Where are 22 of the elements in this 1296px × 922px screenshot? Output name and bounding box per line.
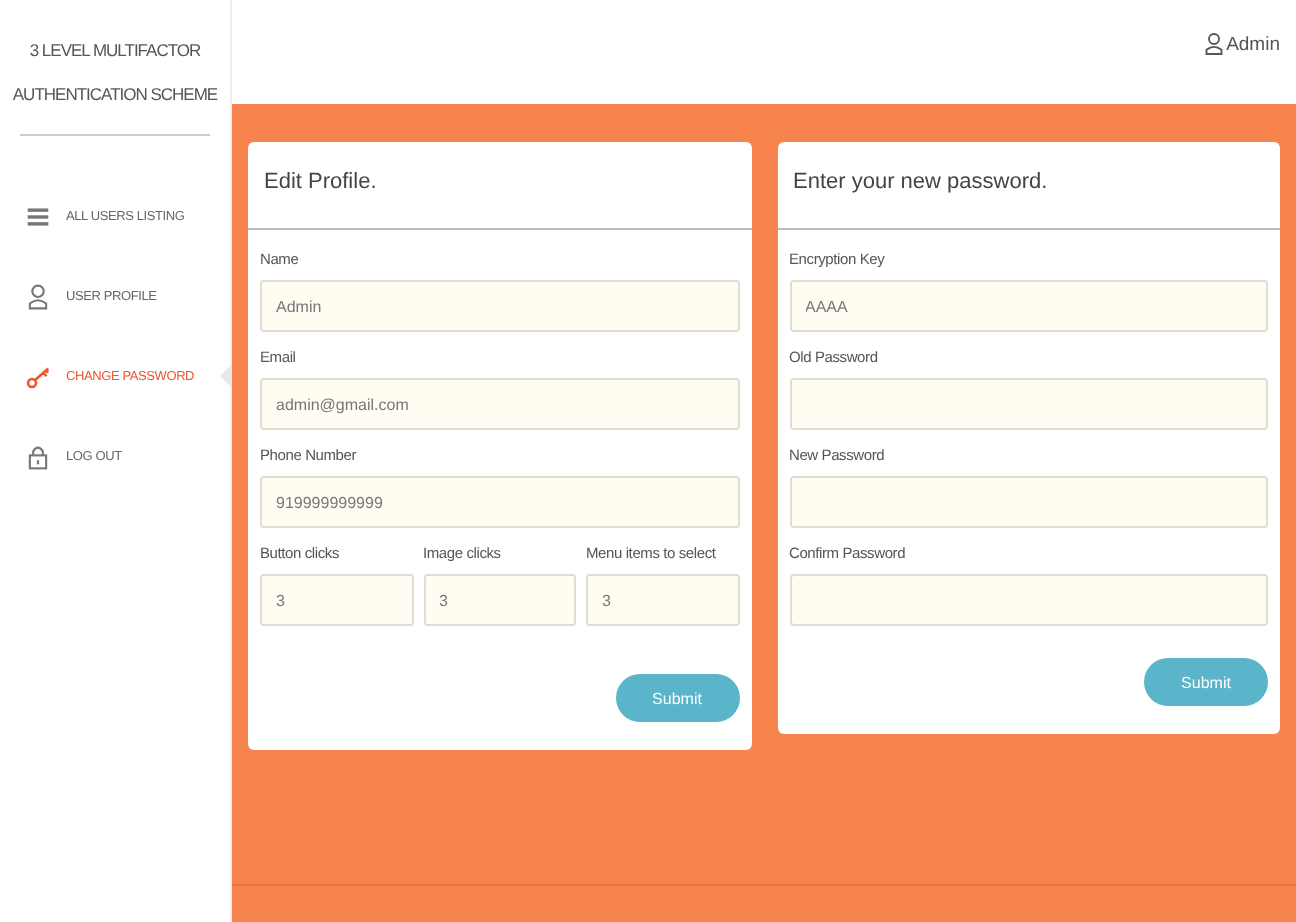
app-title: 3 LEVEL MULTIFACTOR: [27, 38, 203, 64]
input-field[interactable]: 3: [423, 574, 576, 626]
app-title: AUTHENTICATION SCHEME: [10, 82, 220, 108]
submit-button[interactable]: Submit: [1144, 658, 1268, 706]
user-icon: [1204, 32, 1225, 56]
user-menu[interactable]: Admin: [1204, 32, 1280, 56]
input-field[interactable]: admin@gmail.com: [260, 378, 739, 430]
input-field[interactable]: [789, 574, 1268, 626]
card-title: Edit Profile.: [248, 142, 751, 230]
submit-button[interactable]: Submit: [615, 674, 739, 722]
key-icon: [26, 363, 50, 389]
card-title: Enter your new password.: [777, 142, 1280, 230]
user-icon: [26, 283, 50, 309]
lock-icon: [26, 443, 50, 469]
input-field[interactable]: Admin: [260, 280, 739, 332]
input-field[interactable]: [789, 378, 1268, 430]
input-field[interactable]: 919999999999: [260, 476, 739, 528]
input-field[interactable]: 3: [260, 574, 413, 626]
input-field[interactable]: 3: [586, 574, 739, 626]
menu-icon: [26, 203, 50, 229]
input-field[interactable]: [789, 476, 1268, 528]
input-field[interactable]: AAAA: [789, 280, 1268, 332]
